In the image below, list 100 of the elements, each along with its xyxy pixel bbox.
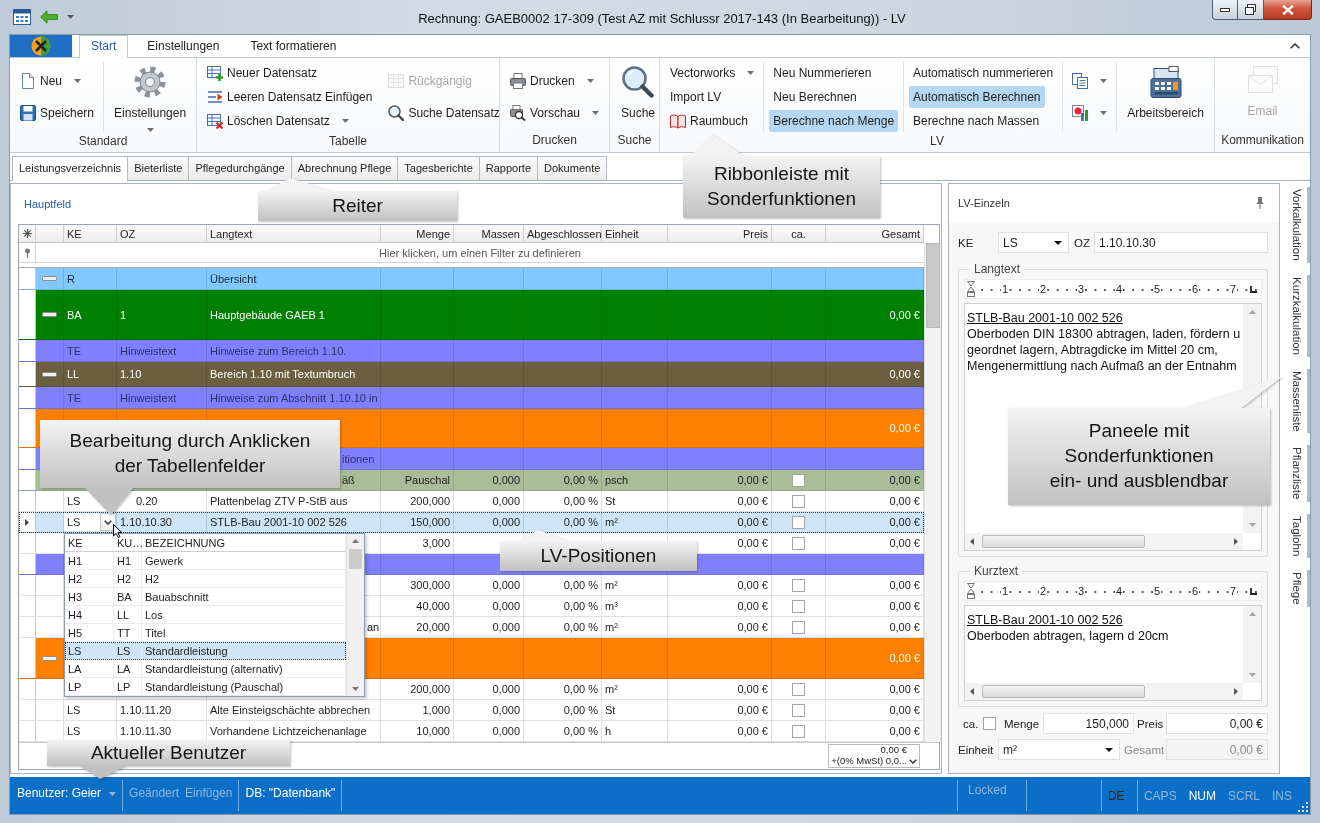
document-tab[interactable]: Tagesberichte (398, 156, 480, 180)
column-header[interactable]: KU… (117, 536, 144, 549)
checkbox[interactable] (792, 536, 805, 550)
side-tab[interactable]: Taglohn (1283, 513, 1310, 559)
toolbar-button[interactable]: Suche Datensatz (384, 102, 504, 124)
scrollbar-thumb[interactable] (349, 549, 362, 569)
pin-icon[interactable] (1256, 197, 1264, 209)
document-tab[interactable]: Bieterliste (128, 156, 190, 180)
asterisk-icon[interactable] (22, 229, 32, 238)
checkbox[interactable] (792, 620, 805, 634)
toolbar-button[interactable]: Automatisch nummerieren (909, 62, 1058, 84)
back-arrow-icon[interactable] (40, 9, 58, 24)
table-row[interactable]: R Übersicht (19, 268, 924, 290)
calendar-icon[interactable] (13, 8, 31, 25)
status-item[interactable]: Benutzer: Geier (17, 786, 102, 800)
toolbar-button[interactable]: Speichern (16, 102, 99, 124)
text-editor[interactable]: STLB-Bau 2001-10 002 526 Oberboden abtragen, lagern d 20cm (964, 605, 1262, 701)
side-tab[interactable]: Massenliste (1283, 368, 1310, 434)
dropdown-option[interactable]: H4 LL Los (65, 606, 346, 624)
table-row[interactable]: LL 1.10 Bereich 1.10 mit Textumbruch 0,00 € (19, 362, 924, 387)
toolbar-button[interactable]: Import LV (666, 86, 726, 108)
checkbox[interactable] (792, 473, 805, 487)
toolbar-button[interactable]: Berechne nach Menge (769, 110, 899, 132)
restore-button[interactable] (1238, 0, 1264, 20)
toolbar-button[interactable]: Raumbuch (666, 110, 753, 132)
toolbar-button[interactable]: Suche (616, 62, 661, 120)
checkbox[interactable] (792, 724, 805, 738)
dropdown-field[interactable]: m² (998, 739, 1120, 760)
scrollbar-thumb[interactable] (982, 685, 1145, 698)
table-row[interactable]: LS 1.10.11.30 Vorhandene Lichtzeichenanlage 10,000 0,000 0,00 % h 0,00 € 0,00 € (19, 721, 924, 742)
column-header[interactable]: KE (67, 227, 82, 240)
column-header[interactable]: ca. (791, 227, 806, 240)
column-header[interactable]: Preis (742, 227, 768, 240)
scrollbar[interactable] (924, 243, 941, 742)
toolbar-button[interactable]: Drucken (506, 69, 598, 92)
dropdown-caret-icon[interactable] (67, 14, 74, 19)
column-header[interactable]: Massen (481, 227, 520, 240)
pin-icon[interactable] (23, 247, 31, 258)
tab-stop-icon[interactable] (1250, 587, 1257, 595)
checkbox[interactable] (792, 578, 805, 592)
checkbox[interactable] (792, 599, 805, 613)
scrollbar-thumb[interactable] (926, 243, 940, 328)
table-row[interactable]: BA 1 Hauptgebäude GAEB 1 0,00 € (19, 290, 924, 340)
collapse-icon[interactable] (42, 655, 57, 661)
toolbar-button[interactable]: Berechne nach Massen (909, 110, 1044, 132)
toolbar-button[interactable]: Vorschau (506, 101, 604, 124)
table-row[interactable]: LS 1.10.10.30 STLB-Bau 2001-10 002 526 150,000 0,000 0,00 % m² 0,00 € 0,00 € (19, 512, 924, 533)
dropdown-button[interactable] (100, 513, 116, 531)
minimize-button[interactable] (1212, 0, 1238, 20)
checkbox[interactable] (792, 494, 805, 508)
scrollbar[interactable] (1243, 606, 1261, 683)
checkbox[interactable] (983, 717, 996, 730)
toolbar-button[interactable]: Neu Nummerieren (769, 62, 876, 84)
column-header[interactable]: Menge (416, 227, 450, 240)
collapse-icon[interactable] (42, 371, 57, 377)
chevron-up-icon[interactable] (1290, 43, 1300, 49)
collapse-icon[interactable] (42, 312, 57, 317)
toolbar-button[interactable]: Automatisch Berechnen (909, 86, 1045, 108)
dropdown-option[interactable]: LS LS Standardleistung (65, 642, 346, 660)
column-header[interactable]: Gesamt (881, 227, 920, 240)
text-field[interactable]: 0,00 € (1166, 713, 1268, 734)
filter-hint[interactable]: Hier klicken, um einen Filter zu definieren (379, 246, 581, 259)
column-header[interactable]: KE (68, 536, 83, 549)
close-button[interactable] (1264, 0, 1312, 20)
side-tab[interactable]: Vorkalkulation (1283, 187, 1310, 263)
table-row[interactable]: LS 1.10.11.20 Alte Einsteigschächte abbrechen 1,000 0,000 0,00 % St 0,00 € 0,00 € (19, 700, 924, 721)
checkbox[interactable] (792, 703, 805, 717)
scrollbar[interactable] (965, 533, 1243, 550)
toolbar-button[interactable]: Neu Berechnen (769, 86, 861, 108)
column-header[interactable]: Abgeschlossen (527, 227, 602, 240)
table-row[interactable]: LS 0.20 Plattenbelag ZTV P-StB aus 200,000 0,000 0,00 % St 0,00 € 0,00 € (19, 491, 924, 512)
document-tab[interactable]: Dokumente (538, 156, 608, 180)
toolbar-button[interactable]: Leeren Datensatz Einfügen (203, 86, 377, 108)
scrollbar-thumb[interactable] (982, 535, 1145, 548)
table-row[interactable]: TE Hinweistext Hinweise zum Bereich 1.10. (19, 340, 924, 362)
ribbon-tab[interactable]: Einstellungen (135, 35, 232, 57)
text-field[interactable]: 150,000 (1043, 713, 1134, 734)
dropdown-field[interactable]: LS (998, 232, 1069, 253)
toolbar-button[interactable]: Neuer Datensatz (203, 62, 322, 84)
toolbar-button[interactable]: Neu (16, 70, 85, 92)
collapse-icon[interactable] (42, 276, 57, 281)
scrollbar[interactable] (965, 683, 1243, 700)
document-tab[interactable]: Leistungsverzeichnis (12, 156, 129, 181)
toolbar-button[interactable]: Einstellungen (109, 62, 192, 132)
dropdown-option[interactable]: H2 H2 H2 (65, 570, 346, 588)
dropdown-field[interactable]: LS (64, 513, 116, 531)
side-tab[interactable]: Kurzkalkulation (1283, 274, 1310, 357)
ribbon-tab[interactable]: Start (79, 35, 129, 58)
checkbox[interactable] (792, 682, 805, 696)
checkbox[interactable] (792, 515, 805, 529)
column-header[interactable]: Einheit (605, 227, 639, 240)
chevron-down-icon[interactable] (909, 759, 917, 764)
column-header[interactable]: BEZEICHNUNG (145, 536, 226, 549)
side-tab[interactable]: Pflanzliste (1283, 445, 1310, 502)
toolbar-button[interactable]: Löschen Datensatz (203, 110, 353, 132)
text-field[interactable]: 1.10.10.30 (1094, 232, 1268, 253)
tab-stop-icon[interactable] (1250, 285, 1257, 293)
column-header[interactable]: OZ (120, 227, 136, 240)
toolbar-button[interactable]: Vectorworks (666, 62, 759, 84)
scrollbar[interactable] (346, 534, 364, 696)
